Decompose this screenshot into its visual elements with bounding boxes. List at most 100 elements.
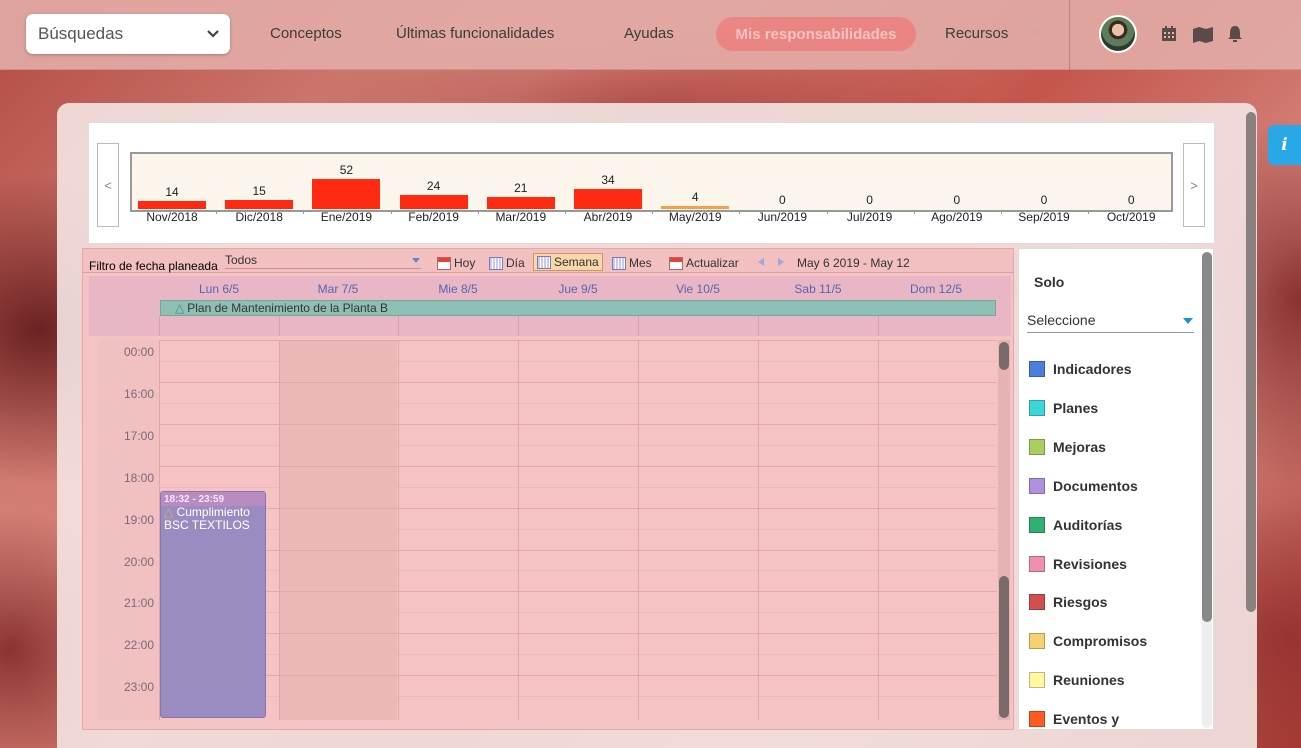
legend-swatch [1029,438,1045,455]
chart-next-button[interactable]: > [1183,143,1205,227]
day-label: Día [506,256,525,270]
event-title-line2: BSC TEXTILOS [164,518,250,532]
bar-value-label: 21 [514,180,528,195]
bar-value-label: 24 [426,179,441,194]
bar-value-label: 0 [779,193,786,207]
chart-prev-button[interactable]: < [97,143,119,227]
time-label: 17:00 [123,428,154,443]
hour-line [159,591,997,593]
header-column-divider [758,316,759,336]
bell-icon[interactable] [1226,25,1244,43]
legend-item[interactable]: Auditorías [1029,516,1122,533]
header-column-divider [159,316,160,336]
legend-item[interactable]: Mejoras [1029,438,1106,455]
nav-mis-responsabilidades[interactable]: Mis responsabilidades [716,17,916,51]
half-hour-line [159,654,997,656]
x-tick-label: Ene/2019 [320,210,373,224]
prev-week-icon[interactable] [758,258,764,266]
legend-label: Mejoras [1053,438,1106,455]
today-button[interactable]: Hoy [434,254,478,272]
month-view-button[interactable]: Mes [609,254,655,272]
hour-line [159,507,997,509]
day-header-fri: Vie 10/5 [676,282,720,296]
day-header-sat: Sab 11/5 [794,282,842,296]
week-view-button[interactable]: Semana [533,253,603,271]
legend-item[interactable]: Eventos y [1029,711,1120,728]
hour-line [159,381,997,383]
page-scrollbar[interactable] [1246,112,1256,612]
legend-item[interactable]: Planes [1029,399,1098,416]
day-column-divider [518,340,519,720]
nav-ultimas-funcionalidades[interactable]: Últimas funcionalidades [396,25,554,42]
date-filter-value[interactable]: Todos [225,253,257,267]
person-icon: △ [164,505,174,519]
legend-swatch [1029,633,1045,650]
x-tick-mark [216,210,218,214]
x-tick-label: Jul/2019 [846,210,893,224]
bar-Dic/2018[interactable] [225,200,294,209]
bar-May/2019[interactable] [661,206,730,209]
avatar[interactable] [1099,15,1137,53]
legend-scroll-thumb[interactable] [1202,252,1212,622]
calendar-scroll-thumb[interactable] [999,576,1009,718]
legend-item[interactable]: Compromisos [1029,633,1148,650]
calendar-icon[interactable] [1160,25,1178,43]
legend-select-dropdown-icon[interactable] [1183,318,1193,324]
calendar-scroll-thumb-top[interactable] [999,342,1009,370]
legend-swatch [1029,672,1045,689]
day-header-thu: Jue 9/5 [558,282,598,296]
calendar-today-icon [437,256,451,270]
month-label: Mes [629,256,652,270]
nav-conceptos[interactable]: Conceptos [270,25,342,42]
day-column-divider [878,340,879,720]
legend-item[interactable]: Revisiones [1029,555,1127,572]
hour-line [159,633,997,635]
legend-item[interactable]: Documentos [1029,477,1138,494]
half-hour-line [159,360,997,362]
half-hour-line [159,696,997,698]
x-tick-mark [826,210,828,214]
legend-select-underline [1027,332,1194,333]
search-dropdown-label: Búsquedas [38,24,124,43]
legend-item[interactable]: Riesgos [1029,594,1107,611]
x-tick-mark [739,210,741,214]
info-button[interactable]: i [1268,125,1301,165]
legend-item[interactable]: Reuniones [1029,672,1125,689]
x-tick-mark [913,210,915,214]
legend-label: Compromisos [1053,633,1148,650]
bar-Abr/2019[interactable] [574,189,642,209]
header-column-divider [638,316,639,336]
bar-Mar/2019[interactable] [486,196,555,209]
time-label: 20:00 [123,554,154,569]
x-tick-label: Feb/2019 [408,210,459,224]
half-hour-line [159,570,997,572]
bar-Ene/2019[interactable] [312,179,381,209]
nav-ayudas[interactable]: Ayudas [624,25,674,42]
calendar-event[interactable]: 18:32 - 23:59 △ Cumplimiento BSC TEXTILO… [160,491,266,718]
bar-value-label: 0 [953,193,961,207]
bar-Nov/2018[interactable] [138,200,206,209]
next-week-icon[interactable] [778,258,784,266]
date-filter-dropdown-icon[interactable] [412,258,420,263]
day-column-divider [758,340,759,720]
header-column-divider [878,316,879,336]
day-grid-icon [489,256,503,270]
search-dropdown[interactable]: Búsquedas [26,14,230,54]
bar-Feb/2019[interactable] [399,195,468,209]
bar-value-label: 52 [339,163,354,177]
allday-event-plan[interactable]: △ Plan de Mantenimiento de la Planta B [160,300,996,316]
map-icon[interactable] [1192,25,1214,43]
legend-label: Eventos y [1053,711,1120,728]
time-label: 23:00 [123,680,154,695]
bar-value-label: 4 [691,190,699,204]
nav-divider [1069,0,1070,70]
bar-value-label: 14 [165,184,179,199]
nav-recursos[interactable]: Recursos [945,25,1008,42]
legend-item[interactable]: Indicadores [1029,361,1132,377]
caret-down-icon[interactable] [1033,30,1041,35]
x-tick-label: Abr/2019 [583,210,633,224]
date-filter-label: Filtro de fecha planeada [89,259,218,273]
legend-filter-select[interactable]: Seleccione [1027,312,1096,328]
day-view-button[interactable]: Día [486,254,528,272]
refresh-button[interactable]: Actualizar [666,254,742,272]
